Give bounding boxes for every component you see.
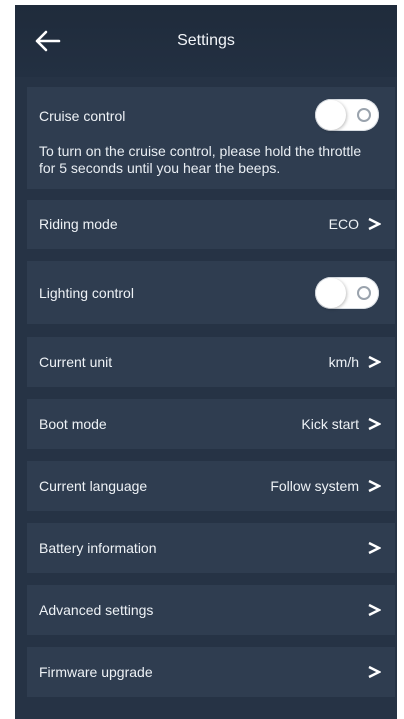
page-title: Settings <box>177 32 235 49</box>
advanced-settings-row[interactable]: Advanced settings <box>27 585 395 635</box>
lighting-control-toggle[interactable] <box>315 277 379 309</box>
boot-mode-value: Kick start <box>301 416 359 432</box>
toggle-off-indicator-icon <box>357 108 371 122</box>
toggle-thumb <box>316 100 346 130</box>
chevron-right-icon <box>368 479 381 493</box>
current-unit-label: Current unit <box>39 354 113 370</box>
toggle-off-indicator-icon <box>357 286 371 300</box>
chevron-right-icon <box>368 665 381 679</box>
header-bar: Settings <box>15 5 397 77</box>
lighting-control-row: Lighting control <box>27 261 395 324</box>
current-language-value: Follow system <box>270 478 359 494</box>
riding-mode-row[interactable]: Riding mode ECO <box>27 200 395 249</box>
current-unit-value: km/h <box>328 354 359 370</box>
cruise-control-description: To turn on the cruise control, please ho… <box>39 143 362 176</box>
chevron-right-icon <box>368 217 381 231</box>
boot-mode-label: Boot mode <box>39 416 107 432</box>
firmware-upgrade-row[interactable]: Firmware upgrade <box>27 647 395 697</box>
battery-information-label: Battery information <box>39 540 157 556</box>
toggle-thumb <box>316 278 346 308</box>
battery-information-row[interactable]: Battery information <box>27 523 395 573</box>
current-language-row[interactable]: Current language Follow system <box>27 461 395 511</box>
settings-screen: Settings Cruise control To turn on the c… <box>15 5 397 719</box>
lighting-control-label: Lighting control <box>39 285 134 301</box>
riding-mode-label: Riding mode <box>39 216 118 232</box>
chevron-right-icon <box>368 603 381 617</box>
current-unit-row[interactable]: Current unit km/h <box>27 337 395 387</box>
boot-mode-row[interactable]: Boot mode Kick start <box>27 399 395 449</box>
cruise-control-toggle[interactable] <box>315 99 379 131</box>
riding-mode-value: ECO <box>328 216 359 232</box>
cruise-control-label: Cruise control <box>39 108 126 124</box>
chevron-right-icon <box>368 355 381 369</box>
advanced-settings-label: Advanced settings <box>39 602 154 618</box>
chevron-right-icon <box>368 541 381 555</box>
current-language-label: Current language <box>39 478 148 494</box>
cruise-control-card: Cruise control To turn on the cruise con… <box>27 87 395 189</box>
firmware-upgrade-label: Firmware upgrade <box>39 664 153 680</box>
chevron-right-icon <box>368 417 381 431</box>
